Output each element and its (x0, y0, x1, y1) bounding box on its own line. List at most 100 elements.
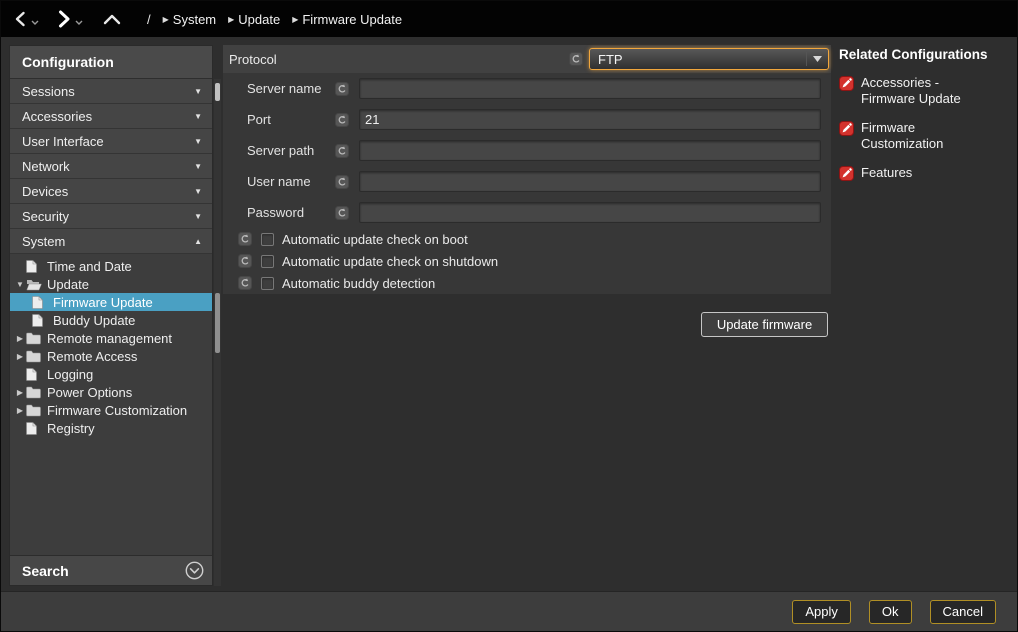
category-label: Security (22, 209, 69, 224)
expander-closed-icon[interactable]: ▶ (14, 406, 26, 415)
related-title: Related Configurations (839, 47, 1013, 62)
reset-default-icon[interactable] (238, 232, 252, 246)
chevron-left-icon (13, 11, 28, 27)
tree-item-remote-access[interactable]: ▶ Remote Access (10, 347, 212, 365)
sidebar-item-accessories[interactable]: Accessories ▼ (10, 104, 212, 129)
tree-item-logging[interactable]: Logging (10, 365, 212, 383)
sidebar-scrollbar[interactable] (214, 79, 221, 586)
related-item-label: Firmware Customization (861, 120, 943, 152)
reset-default-icon[interactable] (569, 52, 583, 66)
protocol-selected-value: FTP (590, 52, 806, 67)
server-path-input[interactable] (359, 140, 821, 161)
tree-item-remote-management[interactable]: ▶ Remote management (10, 329, 212, 347)
edit-pencil-icon (839, 121, 854, 136)
auto-update-boot-checkbox[interactable] (261, 233, 274, 246)
breadcrumb-firmware-update[interactable]: Firmware Update (302, 12, 402, 27)
triangle-down-icon: ▼ (194, 87, 202, 96)
related-item-accessories-firmware-update[interactable]: Accessories - Firmware Update (839, 75, 1013, 107)
auto-update-boot-row: Automatic update check on boot (223, 228, 831, 250)
reset-default-icon[interactable] (238, 276, 252, 290)
expander-closed-icon[interactable]: ▶ (14, 352, 26, 361)
tree-item-update[interactable]: ▼ Update (10, 275, 212, 293)
tree-item-label: Update (47, 277, 89, 292)
sidebar-item-network[interactable]: Network ▼ (10, 154, 212, 179)
related-item-firmware-customization[interactable]: Firmware Customization (839, 120, 1013, 152)
tree-item-label: Remote Access (47, 349, 137, 364)
reset-default-icon[interactable] (335, 82, 349, 96)
sidebar-item-security[interactable]: Security ▼ (10, 204, 212, 229)
configuration-sidebar: Configuration Sessions ▼ Accessories ▼ U… (9, 45, 213, 586)
folder-icon (26, 404, 43, 417)
tree-item-label: Remote management (47, 331, 172, 346)
category-label: User Interface (22, 134, 104, 149)
port-input[interactable] (359, 109, 821, 130)
chevron-down-icon (75, 20, 83, 25)
tree-item-buddy-update[interactable]: Buddy Update (10, 311, 212, 329)
update-button-row: Update firmware (223, 312, 831, 337)
reset-default-icon[interactable] (335, 206, 349, 220)
scrollbar-thumb[interactable] (215, 293, 220, 353)
tree-item-registry[interactable]: Registry (10, 419, 212, 437)
auto-update-shutdown-checkbox[interactable] (261, 255, 274, 268)
related-item-features[interactable]: Features (839, 165, 1013, 181)
protocol-dropdown[interactable]: FTP (589, 48, 829, 70)
update-firmware-button[interactable]: Update firmware (701, 312, 828, 337)
expander-closed-icon[interactable]: ▶ (14, 334, 26, 343)
breadcrumb-root[interactable]: / (147, 12, 151, 27)
category-label: Network (22, 159, 70, 174)
auto-buddy-detection-checkbox[interactable] (261, 277, 274, 290)
tree-item-time-and-date[interactable]: Time and Date (10, 257, 212, 275)
protocol-row: Protocol FTP (223, 45, 831, 73)
up-button[interactable] (103, 13, 121, 25)
auto-buddy-detection-row: Automatic buddy detection (223, 272, 831, 294)
password-input[interactable] (359, 202, 821, 223)
forward-history-dropdown[interactable] (75, 20, 83, 25)
breadcrumb-update[interactable]: Update (238, 12, 280, 27)
tree-item-power-options[interactable]: ▶ Power Options (10, 383, 212, 401)
reset-default-icon[interactable] (238, 254, 252, 268)
file-icon (32, 296, 49, 309)
sidebar-item-user-interface[interactable]: User Interface ▼ (10, 129, 212, 154)
category-label: Sessions (22, 84, 75, 99)
tree-item-firmware-customization[interactable]: ▶ Firmware Customization (10, 401, 212, 419)
reset-default-icon[interactable] (335, 113, 349, 127)
sidebar-item-devices[interactable]: Devices ▼ (10, 179, 212, 204)
scrollbar-thumb[interactable] (215, 83, 220, 101)
reset-default-icon[interactable] (335, 144, 349, 158)
chevron-down-icon (806, 52, 828, 66)
sidebar-item-sessions[interactable]: Sessions ▼ (10, 79, 212, 104)
server-path-label: Server path (247, 143, 335, 158)
expander-closed-icon[interactable]: ▶ (14, 388, 26, 397)
triangle-down-icon: ▼ (194, 137, 202, 146)
circle-chevron-down-icon[interactable] (185, 561, 204, 580)
tree-item-label: Logging (47, 367, 93, 382)
user-name-input[interactable] (359, 171, 821, 192)
expander-open-icon[interactable]: ▼ (14, 280, 26, 289)
related-configurations-panel: Related Configurations Accessories - Fir… (839, 47, 1013, 181)
breadcrumb-system[interactable]: System (173, 12, 216, 27)
tree-item-label: Firmware Customization (47, 403, 187, 418)
reset-default-icon[interactable] (335, 175, 349, 189)
breadcrumb-separator-icon: ▶ (292, 15, 298, 24)
related-item-label: Features (861, 165, 912, 181)
back-button[interactable] (13, 11, 28, 27)
triangle-down-icon: ▼ (194, 212, 202, 221)
back-history-dropdown[interactable] (31, 20, 39, 25)
server-path-row: Server path (223, 135, 831, 166)
sidebar-item-system[interactable]: System ▲ (10, 229, 212, 254)
forward-button[interactable] (55, 10, 72, 28)
user-name-row: User name (223, 166, 831, 197)
chevron-right-icon (55, 10, 72, 28)
search-section-header[interactable]: Search (10, 555, 212, 585)
breadcrumb-separator-icon: ▶ (163, 15, 169, 24)
ok-button[interactable]: Ok (869, 600, 912, 624)
triangle-down-icon: ▼ (194, 187, 202, 196)
edit-pencil-icon (839, 76, 854, 91)
auto-update-boot-label: Automatic update check on boot (282, 232, 468, 247)
tree-item-firmware-update[interactable]: Firmware Update (10, 293, 212, 311)
server-name-input[interactable] (359, 78, 821, 99)
apply-button[interactable]: Apply (792, 600, 851, 624)
protocol-label: Protocol (229, 52, 277, 67)
cancel-button[interactable]: Cancel (930, 600, 996, 624)
navigation-bar: / ▶ System ▶ Update ▶ Firmware Update (1, 1, 1017, 37)
